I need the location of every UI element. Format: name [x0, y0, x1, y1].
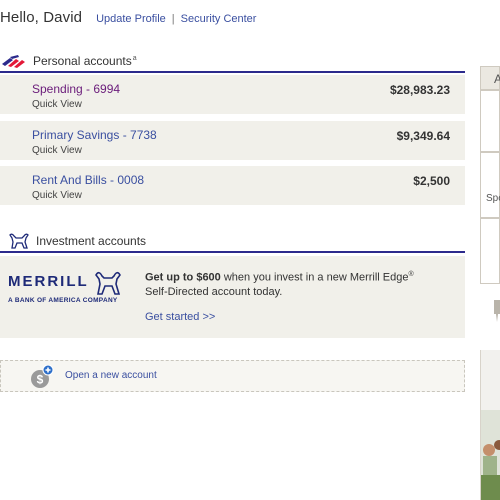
- promo-headline: Get up to $600: [145, 271, 221, 284]
- rail-header-letter: A: [494, 72, 500, 86]
- account-link-primary-savings[interactable]: Primary Savings - 7738: [32, 128, 157, 142]
- bull-icon: [9, 233, 29, 249]
- account-link-spending[interactable]: Spending - 6994: [32, 82, 120, 96]
- rail-panel-2-text: Spe: [486, 193, 500, 204]
- header-links: Update Profile | Security Center: [96, 13, 256, 25]
- personal-accounts-header: Personal accountsa: [0, 51, 465, 73]
- promo-body: when you invest in a new Merrill Edge: [220, 271, 409, 284]
- account-link-rent-and-bills[interactable]: Rent And Bills - 0008: [32, 173, 144, 187]
- greeting-row: Hello, David Update Profile | Security C…: [0, 9, 256, 29]
- account-row-rent-and-bills[interactable]: Rent And Bills - 0008 Quick View $2,500: [0, 166, 465, 206]
- personal-accounts-title: Personal accountsa: [33, 54, 137, 68]
- greeting-text: Hello, David: [0, 9, 83, 26]
- account-name: Rent And Bills - 0008: [32, 173, 144, 187]
- link-separator: |: [171, 13, 175, 25]
- open-new-account-button[interactable]: $ Open a new account: [0, 360, 465, 392]
- quick-view-link[interactable]: Quick View: [32, 190, 82, 201]
- rail-pin-icon: [494, 300, 500, 322]
- bank-of-america-flag-icon: [2, 55, 25, 68]
- quick-view-link[interactable]: Quick View: [32, 145, 82, 156]
- people-photo-image: [481, 350, 500, 500]
- rail-panel-3: [480, 218, 500, 284]
- quick-view-link[interactable]: Quick View: [32, 99, 82, 110]
- investment-accounts-title: Investment accounts: [36, 234, 147, 248]
- svg-text:$: $: [37, 373, 44, 387]
- merrill-bull-icon: [95, 271, 121, 295]
- account-balance: $28,983.23: [389, 83, 450, 97]
- add-dollar-icon: $: [31, 365, 54, 388]
- accounts-overview-page: Hello, David Update Profile | Security C…: [0, 0, 500, 500]
- open-new-account-label: Open a new account: [65, 370, 157, 381]
- investment-accounts-header: Investment accounts: [0, 231, 465, 253]
- personal-accounts-title-text: Personal accounts: [33, 54, 132, 68]
- account-row-spending[interactable]: Spending - 6994 Quick View $28,983.23: [0, 75, 465, 115]
- rail-header-box: A: [480, 66, 500, 90]
- merrill-wordmark: MERRILL: [8, 273, 89, 290]
- promo-body-line2: Self-Directed account today.: [145, 285, 283, 298]
- merrill-promo-panel: MERRILL A BANK OF AMERICA COMPANY Get up…: [0, 256, 465, 338]
- rail-panel-1: [480, 90, 500, 152]
- account-balance: $9,349.64: [396, 129, 450, 143]
- merrill-tagline: A BANK OF AMERICA COMPANY: [8, 297, 118, 304]
- account-balance: $2,500: [413, 174, 450, 188]
- rail-promo-photo[interactable]: [480, 350, 500, 500]
- merrill-promo-text: Get up to $600 when you invest in a new …: [145, 268, 445, 299]
- account-row-primary-savings[interactable]: Primary Savings - 7738 Quick View $9,349…: [0, 121, 465, 161]
- merrill-logo: MERRILL A BANK OF AMERICA COMPANY: [8, 270, 130, 310]
- get-started-link[interactable]: Get started >>: [145, 311, 215, 323]
- security-center-link[interactable]: Security Center: [181, 13, 257, 25]
- account-name: Spending - 6994: [32, 82, 120, 96]
- account-name: Primary Savings - 7738: [32, 128, 157, 142]
- update-profile-link[interactable]: Update Profile: [96, 13, 166, 25]
- personal-accounts-footnote: a: [132, 55, 137, 62]
- rail-panel-2: Spe: [480, 152, 500, 218]
- registered-mark: ®: [408, 271, 414, 278]
